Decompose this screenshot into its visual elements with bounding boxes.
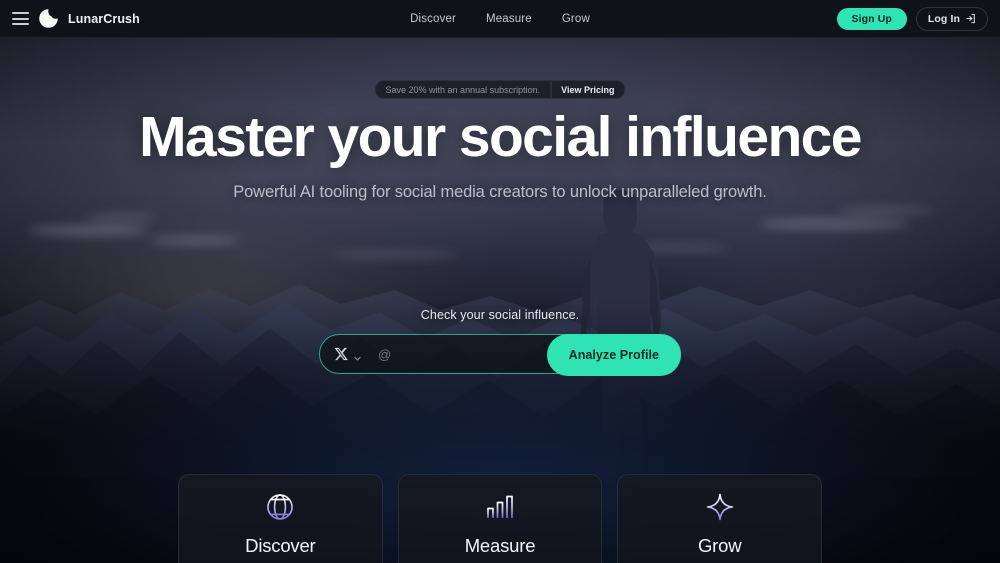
brand-name: LunarCrush [68,11,140,26]
hamburger-icon[interactable] [12,12,29,25]
feature-card-measure[interactable]: Measure [397,474,603,563]
hero-copy: Master your social influence Powerful AI… [0,105,1000,202]
feature-cards: Discover Measure Grow [178,474,823,563]
top-navigation-bar: LunarCrush Discover Measure Grow Sign Up… [0,0,1000,38]
login-arrow-icon [965,13,976,24]
search-bar: @ Analyze Profile [319,334,681,376]
at-symbol: @ [378,346,392,362]
sign-up-button[interactable]: Sign Up [836,7,907,30]
log-in-label: Log In [927,12,960,25]
header-left-group: LunarCrush [0,8,140,29]
nav-item-grow[interactable]: Grow [562,13,590,25]
promo-text: Save 20% with an annual subscription. [385,84,541,95]
bar-chart-icon [484,487,516,527]
search-label: Check your social influence. [420,308,580,322]
log-in-button[interactable]: Log In [915,6,988,31]
analyze-profile-button[interactable]: Analyze Profile [546,334,681,376]
header-right-group: Sign Up Log In [836,6,1000,31]
feature-card-label: Measure [464,535,536,556]
promo-banner: Save 20% with an annual subscription. Vi… [374,80,626,99]
lunarcrush-logo-icon[interactable] [38,8,59,29]
header-nav-links: Discover Measure Grow [410,13,590,25]
feature-card-discover[interactable]: Discover [178,474,383,563]
landing-page: LunarCrush Discover Measure Grow Sign Up… [0,0,1000,563]
view-pricing-button[interactable]: View Pricing [551,81,624,98]
feature-card-grow[interactable]: Grow [617,474,823,563]
globe-icon [263,487,297,527]
nav-item-discover[interactable]: Discover [410,13,456,25]
feature-card-label: Grow [697,535,742,556]
social-influence-search: Check your social influence. @ Analyze P… [0,308,1000,376]
page-title: Master your social influence [139,105,862,169]
hero-subtitle: Powerful AI tooling for social media cre… [233,183,767,202]
x-twitter-icon[interactable] [334,347,348,361]
chevron-down-icon[interactable] [353,350,362,361]
feature-card-label: Discover [245,535,316,556]
sparkle-star-icon [704,487,736,527]
nav-item-measure[interactable]: Measure [486,13,532,25]
